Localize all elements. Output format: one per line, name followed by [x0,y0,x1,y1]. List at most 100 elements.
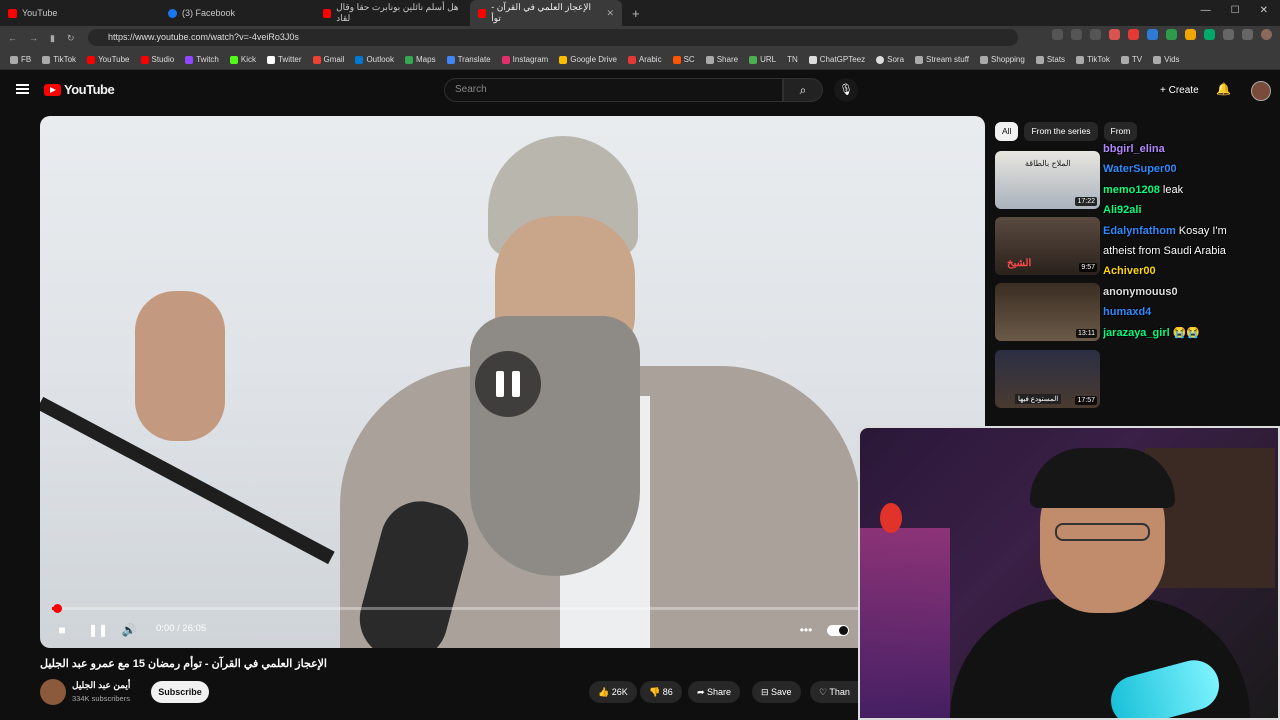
tab-label: هل أسلم نائلين بونابرت حقا وقال لقاد [336,2,459,23]
recommended-thumbnail[interactable]: 13:11 [995,283,1100,341]
create-button[interactable]: + Create [1150,80,1209,102]
bookmark-item[interactable]: Shopping [980,55,1025,64]
close-window-icon[interactable]: ✕ [1260,5,1268,16]
minimize-icon[interactable]: — [1201,5,1211,16]
autoplay-toggle[interactable] [827,625,849,636]
ext-icon[interactable] [1185,29,1196,40]
maximize-icon[interactable]: ☐ [1231,5,1240,16]
browser-tab[interactable]: YouTube [0,0,160,26]
pause-icon[interactable] [475,351,541,417]
youtube-favicon-icon [323,8,332,18]
save-button[interactable]: ⊟ Save [752,681,801,703]
chat-username: Edalynfathom [1103,224,1176,237]
close-tab-icon[interactable]: ✕ [606,8,614,19]
progress-bar[interactable] [52,604,972,613]
new-tab-icon[interactable]: + [632,6,640,21]
alert-ext-icon[interactable] [1128,29,1139,40]
bookmark-item[interactable]: TikTok [42,55,76,64]
bookmark-item[interactable]: Gmail [312,55,344,64]
recommended-thumbnail[interactable]: المستودع فيها 17:57 [995,350,1100,408]
bookmark-item[interactable]: Twitter [266,55,302,64]
youtube-logo[interactable]: YouTube [44,82,115,97]
bookmark-item[interactable]: TV [1120,55,1142,64]
chatgpt-icon [808,55,817,64]
microphone-icon[interactable]: 🎙 [834,78,858,102]
browser-tab[interactable]: هل أسلم نائلين بونابرت حقا وقال لقاد [315,0,470,26]
bookmark-item[interactable]: Twitch [185,55,219,64]
soundcloud-icon [672,55,681,64]
webcam-overlay [858,426,1280,720]
stop-icon[interactable]: ■ [54,622,70,638]
notifications-icon[interactable]: 🔔 [1216,82,1231,96]
url-field[interactable]: https://www.youtube.com/watch?v=-4veiRo3… [88,29,1018,46]
chat-text: Kosay I'm [1175,224,1227,237]
volume-icon[interactable]: 🔊 [121,622,137,638]
chip-from[interactable]: From [1103,122,1138,141]
chat-username: Achiver00 [1103,265,1156,278]
back-icon[interactable]: ← [8,33,17,43]
search-input[interactable]: Search [444,78,783,102]
browser-tab[interactable]: (3) Facebook [160,0,315,26]
bookmark-item[interactable]: ChatGPTeez [808,55,865,64]
channel-name[interactable]: أيمن عبد الجليل [72,680,130,691]
bookmark-item[interactable]: Sora [876,55,904,64]
bookmark-item[interactable]: Kick [229,55,256,64]
browser-tab-active[interactable]: الإعجاز العلمي في القرآن - توأ ✕ [470,0,622,26]
bookmark-item[interactable]: Stream stuff [915,55,969,64]
bookmark-item[interactable]: Translate [446,55,491,64]
thanks-button[interactable]: ♡ Than [810,681,859,703]
ext-icon[interactable] [1166,29,1177,40]
ext-icon[interactable] [1147,29,1158,40]
subscribe-button[interactable]: Subscribe [151,681,209,703]
menu-icon[interactable] [16,84,29,94]
chip-from-series[interactable]: From the series [1024,122,1098,141]
pause-small-icon[interactable]: ❚❚ [88,622,108,638]
bookmark-item[interactable]: TikTok [1076,55,1110,64]
folder-icon [915,55,924,64]
bookmark-item[interactable]: Google Drive [559,55,617,64]
ext-icon[interactable] [1204,29,1215,40]
bookmark-save-icon: ⊟ [761,687,772,697]
video-player[interactable]: ■ ❚❚ 🔊 0:00 / 26:05 ••• [40,116,985,648]
recommended-thumbnail[interactable]: الشيخ 9:57 [995,217,1100,275]
like-button[interactable]: 👍 26K [589,681,637,703]
bookmark-item[interactable]: Vids [1153,55,1180,64]
chat-message: bbgirl_elina [1103,143,1275,156]
bookmark-item[interactable]: Share [705,55,738,64]
sidebar-icon[interactable] [1242,29,1253,40]
folder-icon [980,55,989,64]
outlook-icon [355,55,364,64]
share-icon [705,55,714,64]
avatar[interactable] [1251,81,1271,101]
puzzle-icon[interactable] [1223,29,1234,40]
search-icon[interactable]: ⌕ [783,78,823,102]
bookmark-item[interactable]: Maps [405,55,436,64]
chat-message: Ali92ali [1103,204,1275,217]
tab-label: (3) Facebook [182,8,236,18]
recommended-thumbnail[interactable]: الملاح بالطاقة 17:22 [995,151,1100,209]
channel-avatar[interactable] [40,679,66,705]
dislike-button[interactable]: 👎 86 [640,681,682,703]
share-ext-icon[interactable] [1090,29,1101,40]
bookmark-item[interactable]: Outlook [355,55,394,64]
more-options-icon[interactable]: ••• [798,622,814,638]
reload-icon[interactable]: ↻ [67,33,75,44]
bookmark-item[interactable]: Arabic [627,55,662,64]
bookmark-item[interactable]: FB [10,55,31,64]
cast-ext-icon[interactable] [1071,29,1082,40]
shield-ext-icon[interactable] [1109,29,1120,40]
chip-all[interactable]: All [995,122,1019,141]
bookmark-item[interactable]: TN [787,55,798,64]
bookmark-item[interactable]: URL [749,55,776,64]
translate-ext-icon[interactable] [1052,29,1063,40]
bookmark-item[interactable]: SC [672,55,695,64]
bookmark-item[interactable]: Stats [1035,55,1065,64]
bookmark-icon[interactable]: ▮ [50,33,55,44]
bookmark-item[interactable]: YouTube [87,55,130,64]
forward-icon[interactable]: → [29,33,38,43]
bookmark-item[interactable]: Studio [140,55,174,64]
share-button[interactable]: ➦ Share [688,681,741,703]
bookmark-item[interactable]: Instagram [501,55,548,64]
profile-icon[interactable] [1261,29,1272,40]
chat-message: Edalynfathom Kosay I'm [1103,225,1275,238]
